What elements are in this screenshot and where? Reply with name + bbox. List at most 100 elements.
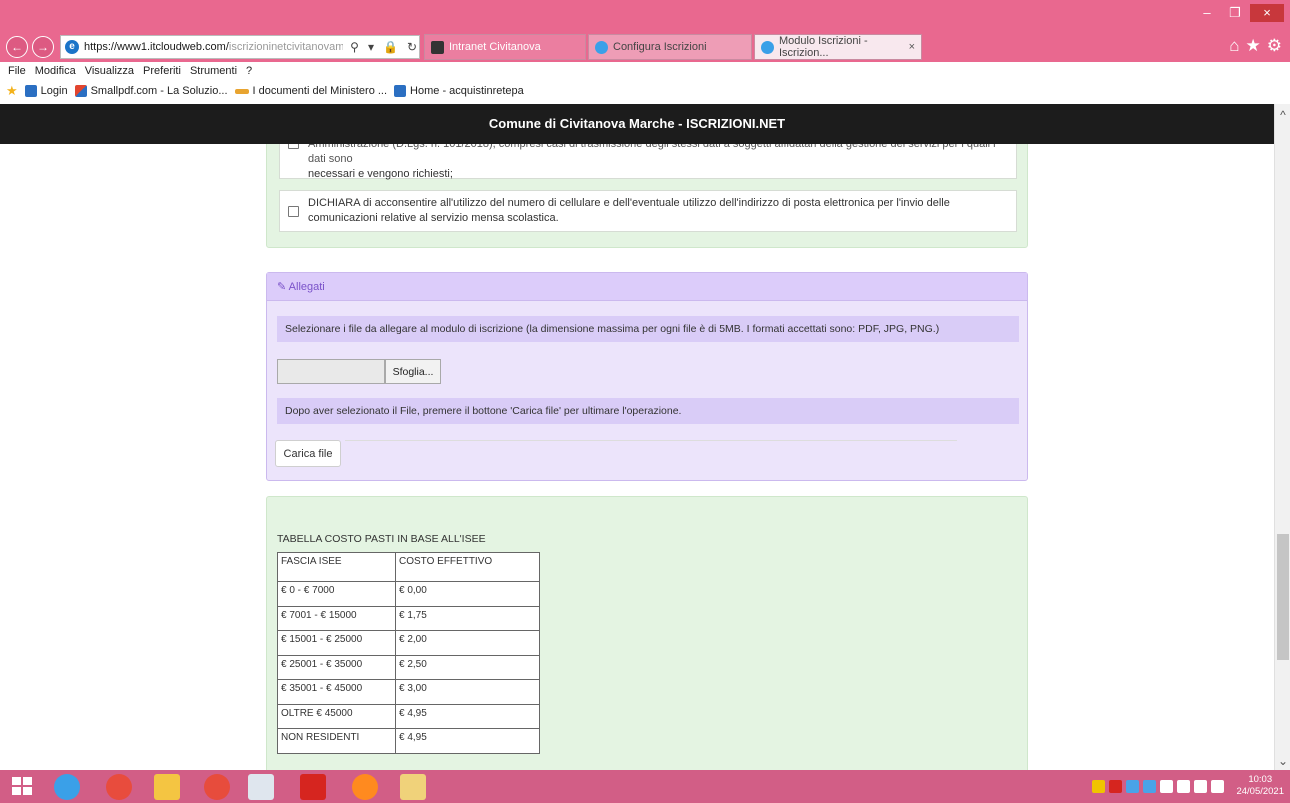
tray-acrobat-icon[interactable] — [1109, 779, 1123, 793]
tab-modulo-iscrizioni[interactable]: Modulo Iscrizioni - Iscrizion... × — [754, 34, 922, 60]
tray-speaker-icon[interactable] — [1160, 779, 1174, 793]
settings-gear-icon[interactable]: ⚙ — [1267, 36, 1282, 56]
system-clock[interactable]: 10:03 24/05/2021 — [1236, 774, 1284, 798]
close-tab-icon[interactable]: × — [909, 41, 915, 53]
tab-configura-iscrizioni[interactable]: Configura Iscrizioni — [588, 34, 752, 60]
table-cell: € 15001 - € 25000 — [277, 630, 396, 656]
favorite-acquistinretepa[interactable]: Home - acquistinretepa — [394, 85, 524, 97]
scroll-down-arrow-icon[interactable]: ⌄ — [1275, 754, 1290, 768]
tray-display-icon[interactable] — [1177, 779, 1191, 793]
consent-item: Amministrazione (D.Lgs. n. 101/2018), co… — [279, 144, 1017, 180]
consent-panel: Amministrazione (D.Lgs. n. 101/2018), co… — [266, 144, 1028, 248]
table-cell: NON RESIDENTI — [277, 728, 396, 754]
consent-checkbox[interactable] — [288, 206, 299, 217]
tray-app-icon[interactable] — [1126, 779, 1140, 793]
table-cell: OLTRE € 45000 — [277, 703, 396, 729]
favorites-star-icon[interactable]: ★ — [1246, 36, 1261, 56]
menu-visualizza[interactable]: Visualizza — [85, 65, 134, 77]
ie-favicon-icon — [761, 40, 774, 54]
firefox-icon[interactable] — [352, 774, 378, 800]
consent-checkbox[interactable] — [288, 144, 299, 149]
clock-date: 24/05/2021 — [1236, 786, 1284, 797]
notepad-icon[interactable] — [248, 774, 274, 800]
app-red-icon[interactable] — [204, 774, 230, 800]
refresh-icon[interactable]: ↻ — [405, 40, 419, 54]
close-window-button[interactable]: × — [1250, 4, 1284, 22]
address-bar[interactable]: e https://www1.itcloudweb.com/iscrizioni… — [60, 35, 420, 59]
ie-page-icon: e — [65, 40, 79, 54]
intranet-favicon-icon — [431, 40, 444, 54]
favorite-login[interactable]: Login — [24, 85, 68, 97]
upload-status-area — [345, 440, 957, 467]
url-text[interactable]: https://www1.itcloudweb.com/iscrizionine… — [84, 41, 343, 53]
file-path-input[interactable] — [277, 359, 385, 384]
browser-right-icons: ⌂ ★ ⚙ — [1229, 36, 1282, 56]
acrobat-icon[interactable] — [300, 774, 326, 800]
tray-network-icon[interactable] — [1143, 779, 1157, 793]
home-icon[interactable]: ⌂ — [1229, 36, 1239, 56]
lock-icon[interactable]: 🔒 — [381, 40, 400, 54]
upload-instructions: Selezionare i file da allegare al modulo… — [277, 316, 1019, 342]
meal-cost-table: FASCIA ISEE COSTO EFFETTIVO € 0 - € 7000… — [277, 552, 540, 754]
table-row: € 35001 - € 45000 € 3,00 — [277, 679, 540, 705]
tab-label: Configura Iscrizioni — [613, 41, 707, 53]
menu-modifica[interactable]: Modifica — [35, 65, 76, 77]
tray-flag-icon[interactable] — [1211, 779, 1225, 793]
navigation-row: ← → e https://www1.itcloudweb.com/iscriz… — [0, 32, 1290, 62]
add-favorite-star-icon[interactable]: ★ — [6, 83, 18, 99]
tab-label: Intranet Civitanova — [449, 41, 541, 53]
file-explorer-icon[interactable] — [154, 774, 180, 800]
favorite-documenti-ministero[interactable]: I documenti del Ministero ... — [234, 85, 388, 97]
app-yellow-icon[interactable] — [400, 774, 426, 800]
consent-text-line: Amministrazione (D.Lgs. n. 101/2018), co… — [308, 144, 996, 165]
table-header-row: FASCIA ISEE COSTO EFFETTIVO — [277, 552, 540, 582]
ie-favicon-icon — [595, 40, 608, 54]
table-header: COSTO EFFETTIVO — [395, 552, 540, 582]
table-cell: € 7001 - € 15000 — [277, 605, 396, 631]
table-cell: € 2,50 — [395, 654, 540, 680]
browser-chrome: – ❐ × ← → e https://www1.itcloudweb.com/… — [0, 0, 1290, 62]
table-cell: € 4,95 — [395, 703, 540, 729]
consent-text: DICHIARA di acconsentire all'utilizzo de… — [308, 197, 950, 224]
menu-preferiti[interactable]: Preferiti — [143, 65, 181, 77]
url-path: iscrizioninetcivitanovamarch — [228, 41, 344, 53]
menu-strumenti[interactable]: Strumenti — [190, 65, 237, 77]
table-cell: € 2,00 — [395, 630, 540, 656]
favorite-label: I documenti del Ministero ... — [252, 85, 388, 97]
chevron-down-icon[interactable]: ▾ — [366, 40, 376, 54]
page-scrollbar[interactable]: ^ ⌄ — [1274, 104, 1290, 770]
table-row: € 0 - € 7000 € 0,00 — [277, 581, 540, 607]
smallpdf-favicon-icon — [74, 85, 87, 97]
window-controls: – ❐ × — [1194, 4, 1284, 24]
menu-file[interactable]: File — [8, 65, 26, 77]
consent-text-line: necessari e vengono richiesti; — [308, 168, 453, 180]
allegati-heading: ✎ Allegati — [267, 273, 1027, 301]
internet-explorer-icon[interactable] — [54, 774, 80, 800]
table-row: OLTRE € 45000 € 4,95 — [277, 703, 540, 729]
favorite-smallpdf[interactable]: Smallpdf.com - La Soluzio... — [74, 85, 228, 97]
scroll-up-arrow-icon[interactable]: ^ — [1275, 108, 1290, 122]
meal-cost-panel: TABELLA COSTO PASTI IN BASE ALL'ISEE FAS… — [266, 496, 1028, 770]
tray-volume-icon[interactable] — [1194, 779, 1208, 793]
tray-app-icon[interactable] — [1092, 779, 1106, 793]
table-cell: € 4,95 — [395, 728, 540, 754]
maximize-button[interactable]: ❐ — [1222, 4, 1248, 22]
forward-button[interactable]: → — [32, 36, 54, 58]
windows-start-icon[interactable] — [10, 774, 36, 800]
menu-help[interactable]: ? — [246, 65, 252, 77]
scrollbar-thumb[interactable] — [1277, 534, 1289, 660]
upload-file-button[interactable]: Carica file — [275, 440, 341, 467]
minimize-button[interactable]: – — [1194, 4, 1220, 22]
ministero-favicon-icon — [234, 88, 249, 94]
favorite-label: Login — [40, 85, 68, 97]
search-icon[interactable]: ⚲ — [348, 40, 361, 54]
back-button[interactable]: ← — [6, 36, 28, 58]
table-row: € 25001 - € 35000 € 2,50 — [277, 654, 540, 680]
allegati-panel: ✎ Allegati Selezionare i file da allegar… — [266, 272, 1028, 481]
ie-favicon-icon — [24, 85, 37, 97]
table-row: NON RESIDENTI € 4,95 — [277, 728, 540, 754]
browse-button[interactable]: Sfoglia... — [385, 359, 441, 384]
tab-intranet-civitanova[interactable]: Intranet Civitanova — [424, 34, 586, 60]
windows-taskbar: 10:03 24/05/2021 — [0, 770, 1290, 803]
chrome-icon[interactable] — [106, 774, 132, 800]
